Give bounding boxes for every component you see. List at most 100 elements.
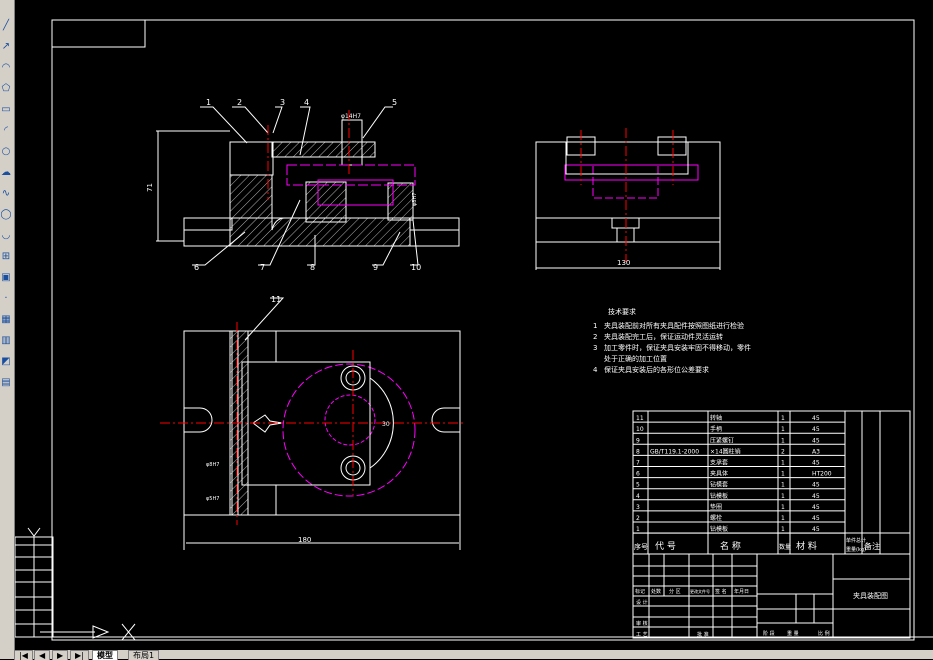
header-name: 名 称 (720, 540, 741, 552)
balloon-6: 6 (194, 263, 199, 272)
polyline-icon[interactable]: ◠ (0, 62, 12, 74)
dim-b: φ5H7 (206, 496, 219, 502)
dim-c: 30 (382, 421, 390, 428)
part-no: 8 (636, 448, 640, 455)
construction-line-icon[interactable]: ↗ (0, 41, 12, 53)
revision-cloud-icon[interactable]: ☁ (0, 167, 12, 179)
tech-title: 技术要求 (608, 307, 636, 316)
header-material: 材 料 (796, 540, 817, 552)
tech-item-num: 3 (593, 344, 597, 352)
polygon-icon[interactable]: ⬠ (0, 83, 12, 95)
spline-icon[interactable]: ∿ (0, 188, 12, 200)
part-material: A3 (812, 448, 820, 455)
part-no: 4 (636, 493, 640, 500)
line-icon[interactable]: ╱ (0, 20, 12, 32)
part-material: 45 (812, 437, 820, 444)
balloon-1: 1 (206, 98, 211, 107)
part-qty: 1 (781, 482, 785, 489)
part-material: 45 (812, 515, 820, 522)
label-stage: 阶 段 (763, 630, 775, 637)
part-no: 9 (636, 437, 640, 444)
label-count: 处数 (651, 588, 661, 595)
ellipse-arc-icon[interactable]: ◡ (0, 230, 12, 242)
label-date: 年月日 (734, 588, 749, 595)
point-icon[interactable]: · (0, 293, 12, 305)
part-name: 压紧螺钉 (710, 436, 734, 444)
tech-item-num: 4 (593, 366, 598, 374)
centerlines (160, 110, 674, 525)
region-icon[interactable]: ◩ (0, 356, 12, 368)
balloon-3: 3 (280, 98, 285, 107)
balloon-2: 2 (237, 98, 242, 107)
label-weight: 重 量 (787, 630, 799, 637)
parts-list-table (632, 410, 911, 555)
gradient-icon[interactable]: ▥ (0, 335, 12, 347)
hatch-icon[interactable]: ▦ (0, 314, 12, 326)
ellipse-icon[interactable]: ◯ (0, 209, 12, 221)
label-mark: 标记 (635, 588, 645, 595)
table-icon[interactable]: ▤ (0, 377, 12, 389)
drawing-canvas[interactable]: 1 2 3 4 5 6 7 8 9 10 71 φ14H7 φ8H7 130 1… (14, 0, 933, 650)
label-scale: 比 例 (818, 630, 830, 637)
tech-item-num: 1 (593, 322, 597, 330)
part-qty: 1 (781, 493, 785, 500)
arc-icon[interactable]: ◜ (0, 125, 12, 137)
part-material: 45 (812, 482, 820, 489)
part-no: 5 (636, 482, 640, 489)
part-material: HT200 (812, 471, 832, 478)
rectangle-icon[interactable]: ▭ (0, 104, 12, 116)
header-remark: 备注 (864, 541, 880, 551)
part-name: 夹具体 (710, 470, 728, 478)
part-qty: 1 (781, 504, 785, 511)
drawing-title: 夹具装配图 (853, 591, 888, 600)
corner-box (51, 19, 146, 48)
make-block-icon[interactable]: ▣ (0, 272, 12, 284)
left-side-table (14, 527, 54, 638)
header-qty: 数量 (779, 543, 791, 551)
tech-item-text: 夹具装配完工后，保证运动件灵活运转 (604, 332, 723, 341)
part-material: 45 (812, 426, 820, 433)
balloon-4: 4 (304, 98, 309, 107)
circle-icon[interactable]: ○ (0, 146, 12, 158)
part-name: 转轴 (710, 414, 722, 422)
part-no: 1 (636, 526, 640, 533)
part-no: 7 (636, 460, 640, 467)
label-zone: 分 区 (669, 588, 681, 595)
side-view (535, 136, 721, 270)
part-name: 钻模套 (710, 481, 728, 489)
insert-block-icon[interactable]: ⊞ (0, 251, 12, 263)
header-code: 代 号 (655, 541, 676, 552)
part-no: 2 (636, 515, 640, 522)
part-qty: 1 (781, 437, 785, 444)
part-code: GB/T119.1-2000 (650, 448, 699, 455)
tech-item-text: 夹具装配前对所有夹具配件按照图纸进行检验 (604, 321, 744, 330)
label-review: 审 核 (636, 620, 648, 627)
part-qty: 1 (781, 471, 785, 478)
part-qty: 1 (781, 415, 785, 422)
part-no: 3 (636, 504, 640, 511)
part-no: 10 (636, 426, 644, 433)
part-name: 钻模板 (710, 492, 728, 500)
part-qty: 2 (781, 448, 785, 455)
part-qty: 1 (781, 526, 785, 533)
part-name: 支承套 (710, 459, 728, 467)
layout-tabs: |◀ ◀ ▶ ▶| 模型 布局1 (0, 650, 933, 660)
balloon-8: 8 (310, 263, 315, 272)
label-process: 工 艺 (636, 632, 648, 638)
tech-item-text: 处于正确的加工位置 (604, 354, 667, 363)
part-name: 钻模板 (710, 525, 728, 533)
part-name: 螺栓 (710, 514, 722, 522)
part-qty: 1 (781, 426, 785, 433)
part-no: 6 (636, 471, 640, 478)
part-qty: 1 (781, 460, 785, 467)
label-approve: 批 准 (697, 631, 709, 638)
balloon-11: 11 (271, 295, 281, 304)
dim-a: φ8H7 (206, 462, 219, 468)
part-qty: 1 (781, 515, 785, 522)
tech-item-num: 2 (593, 333, 597, 341)
balloon-5: 5 (392, 98, 397, 107)
balloon-9: 9 (373, 263, 378, 272)
part-material: 45 (812, 526, 820, 533)
part-material: 45 (812, 493, 820, 500)
part-name: 手柄 (710, 425, 722, 433)
